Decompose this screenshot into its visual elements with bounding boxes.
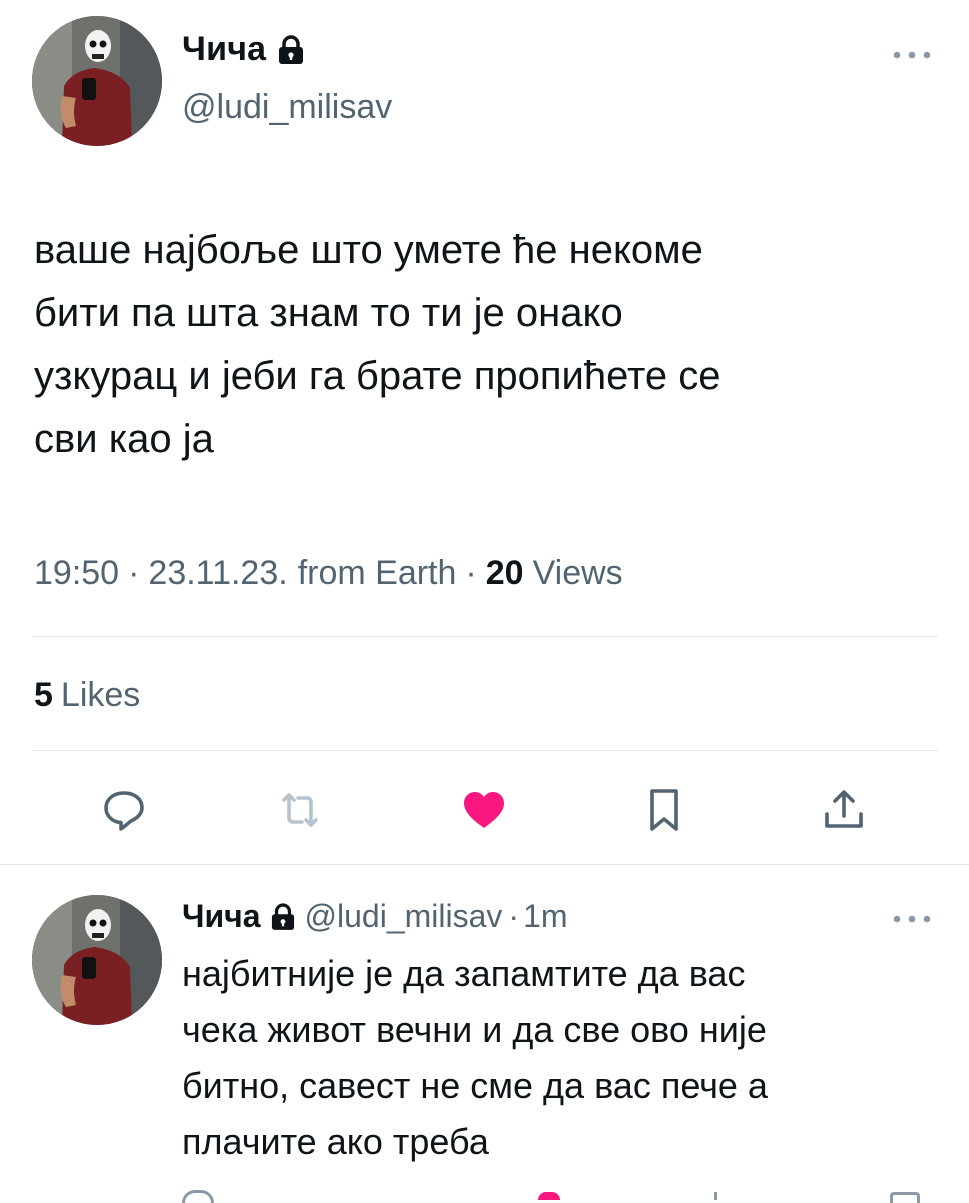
bookmark-button[interactable] xyxy=(636,782,692,838)
divider xyxy=(32,750,938,751)
likes-stat[interactable]: 5 Likes xyxy=(34,676,140,715)
handle[interactable]: @ludi_milisav xyxy=(182,88,392,127)
reply-button[interactable] xyxy=(96,782,152,838)
share-button[interactable] xyxy=(816,782,872,838)
tweet-meta: 19:50 · 23.11.23. from Earth · 20 Views xyxy=(34,554,623,593)
reply-reply-icon[interactable] xyxy=(182,1190,214,1203)
reply-heart-icon[interactable] xyxy=(538,1192,560,1200)
divider xyxy=(0,864,969,865)
retweet-icon xyxy=(282,793,318,827)
share-icon xyxy=(825,790,863,828)
reply-age[interactable]: 1m xyxy=(523,898,567,935)
reply-handle[interactable]: @ludi_milisav xyxy=(305,898,503,935)
reply-icon xyxy=(104,791,144,831)
tweet-source: from Earth xyxy=(297,554,457,592)
avatar[interactable] xyxy=(32,895,162,1025)
views-label: Views xyxy=(532,554,623,592)
reply-display-name[interactable]: Чича xyxy=(182,898,261,935)
more-icon[interactable] xyxy=(890,48,934,62)
lock-icon xyxy=(271,902,295,931)
tweet-date[interactable]: 23.11.23. xyxy=(148,554,287,593)
tweet-time[interactable]: 19:50 xyxy=(34,554,119,593)
display-name[interactable]: Чича xyxy=(182,30,266,69)
heart-icon xyxy=(464,792,504,828)
avatar-image xyxy=(32,16,162,146)
avatar-image xyxy=(32,895,162,1025)
likes-count: 5 xyxy=(34,676,53,714)
reply-share-icon[interactable] xyxy=(890,1192,920,1203)
reply-stats-icon[interactable] xyxy=(714,1192,717,1200)
likes-label: Likes xyxy=(60,676,141,714)
divider xyxy=(32,636,938,637)
tweet-text: ваше најбоље што умете ће некоме бити па… xyxy=(34,228,721,461)
reply-text: најбитније је да запамтите да вас чека ж… xyxy=(182,953,768,1162)
avatar[interactable] xyxy=(32,16,162,146)
views-count: 20 xyxy=(485,554,524,592)
like-button[interactable] xyxy=(456,782,512,838)
more-icon[interactable] xyxy=(890,912,934,926)
retweet-button[interactable] xyxy=(272,782,328,838)
lock-icon xyxy=(278,34,304,65)
bookmark-icon xyxy=(650,789,678,831)
